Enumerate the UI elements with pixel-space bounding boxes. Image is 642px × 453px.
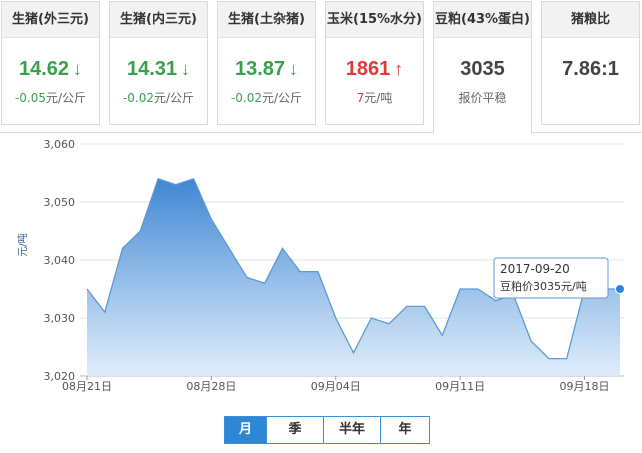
x-tick-label: 09月18日 — [559, 380, 609, 393]
arrow-down-icon: ↓ — [73, 59, 83, 79]
tab-title: 生猪(外三元) — [2, 2, 99, 38]
tab-price: 3035 — [434, 58, 531, 81]
price-value: 13.87 — [234, 58, 286, 80]
tab-change: -0.02元/公斤 — [218, 89, 315, 106]
y-tick-label: 3,030 — [44, 312, 76, 325]
price-chart: 3,0203,0303,0403,0503,060 元/吨 08月21日 08月2… — [16, 138, 625, 393]
arrow-down-icon: ↓ — [181, 59, 191, 79]
tab-change: 报价平稳 — [434, 89, 531, 106]
tab-corn[interactable]: 玉米(15%水分) 1861 ↑ 7元/吨 — [325, 1, 424, 125]
change-unit: 元/公斤 — [262, 91, 303, 105]
period-year-button[interactable]: 年 — [381, 417, 429, 443]
x-tick-label: 08月28日 — [186, 380, 236, 393]
tab-change: -0.02元/公斤 — [110, 89, 207, 106]
tab-title: 猪粮比 — [542, 2, 639, 38]
arrow-down-icon: ↓ — [289, 59, 299, 79]
tab-price: 14.31 ↓ — [110, 58, 207, 81]
change-unit: 元/公斤 — [154, 91, 195, 105]
y-tick-label: 3,050 — [44, 196, 76, 209]
tab-title: 生猪(内三元) — [110, 2, 207, 38]
period-selector: 月 季 半年 年 — [224, 416, 430, 444]
tab-change: -0.05元/公斤 — [2, 89, 99, 106]
price-tabs: 生猪(外三元) 14.62 ↓ -0.05元/公斤 生猪(内三元) 14.31 ↓ … — [0, 0, 642, 134]
y-axis-label: 元/吨 — [16, 233, 29, 256]
x-tick-label: 08月21日 — [62, 380, 112, 393]
tab-price: 13.87 ↓ — [218, 58, 315, 81]
tab-price: 7.86:1 — [542, 58, 639, 81]
change-unit: 元/公斤 — [46, 91, 87, 105]
change-value: -0.02 — [122, 91, 154, 105]
tooltip-text: 豆粕价3035元/吨 — [500, 279, 587, 293]
period-halfyear-button[interactable]: 半年 — [324, 417, 381, 443]
arrow-up-icon: ↑ — [394, 59, 404, 79]
price-value: 3035 — [460, 58, 505, 80]
change-value: -0.02 — [230, 91, 262, 105]
price-value: 7.86:1 — [562, 58, 619, 80]
tab-price: 14.62 ↓ — [2, 58, 99, 81]
tab-pig-tuzazhu[interactable]: 生猪(土杂猪) 13.87 ↓ -0.02元/公斤 — [217, 1, 316, 125]
tab-title: 豆粕(43%蛋白) — [434, 2, 531, 38]
tab-title: 玉米(15%水分) — [326, 2, 423, 38]
tab-title: 生猪(土杂猪) — [218, 2, 315, 38]
tab-price: 1861 ↑ — [326, 58, 423, 81]
change-value: -0.05 — [14, 91, 46, 105]
last-point-marker[interactable] — [615, 284, 625, 294]
tab-pig-grain-ratio[interactable]: 猪粮比 7.86:1 — [541, 1, 640, 125]
chart-tooltip: 2017-09-20 豆粕价3035元/吨 — [493, 257, 609, 299]
y-axis: 3,0203,0303,0403,0503,060 — [44, 138, 76, 383]
tab-pig-neisanyuan[interactable]: 生猪(内三元) 14.31 ↓ -0.02元/公斤 — [109, 1, 208, 125]
price-value: 14.31 — [126, 58, 178, 80]
tab-soybean-meal[interactable]: 豆粕(43%蛋白) 3035 报价平稳 — [433, 1, 532, 134]
price-value: 1861 — [345, 58, 391, 80]
tooltip-date: 2017-09-20 — [500, 262, 570, 276]
change-unit: 报价平稳 — [458, 91, 507, 105]
y-tick-label: 3,040 — [44, 254, 76, 267]
x-axis: 08月21日 08月28日 09月04日 09月11日 09月18日 — [62, 376, 609, 393]
data-point[interactable] — [615, 284, 625, 294]
chart-panel: 3,020 3,030 3,040 3,050 3,060 元/吨 08月21日 08月2… — [0, 132, 642, 453]
price-value: 14.62 — [18, 58, 70, 80]
change-unit: 元/吨 — [364, 91, 393, 105]
tab-change: 7元/吨 — [326, 89, 423, 106]
x-tick-label: 09月11日 — [435, 380, 485, 393]
x-tick-label: 09月04日 — [311, 380, 361, 393]
period-month-button[interactable]: 月 — [225, 417, 267, 443]
period-quarter-button[interactable]: 季 — [267, 417, 324, 443]
y-tick-label: 3,060 — [44, 138, 76, 151]
tab-pig-waisanyuan[interactable]: 生猪(外三元) 14.62 ↓ -0.05元/公斤 — [1, 1, 100, 125]
